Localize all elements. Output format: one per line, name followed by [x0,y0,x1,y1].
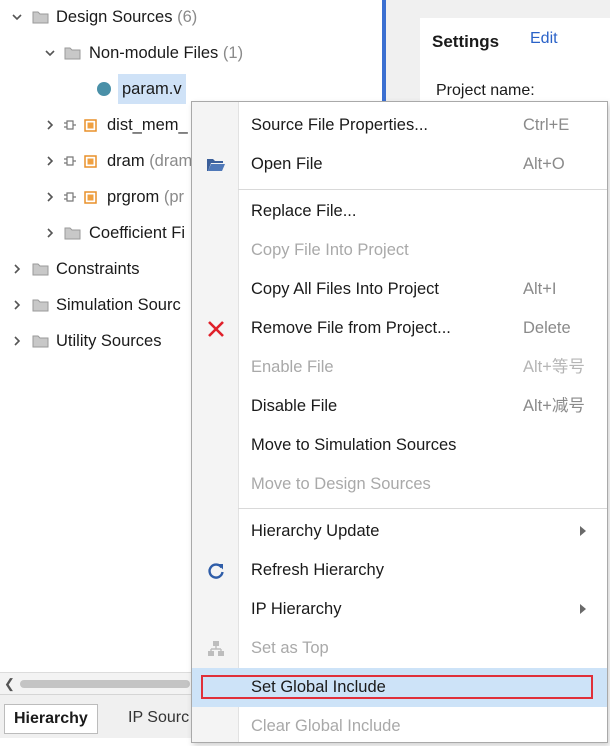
tree-label: Coefficient Fi [89,224,185,242]
tree-label: prgrom [107,188,160,206]
tree-label: dist_mem_ [107,116,188,134]
menu-separator [238,189,607,190]
menu-item-label: Enable File [251,358,334,376]
menu-item-shortcut: Alt+I [523,280,557,298]
chevron-down-icon[interactable] [10,2,24,32]
folder-icon [64,47,81,60]
folder-icon [64,227,81,240]
highlight-annotation-box [201,675,593,699]
menu-item-label: Clear Global Include [251,717,401,735]
tab-ip-sources[interactable]: IP Sourc [128,704,189,732]
folder-icon [32,263,49,276]
menu-item-label: Move to Design Sources [251,475,431,493]
tree-extra: (dram [149,152,193,170]
menu-item-open-file[interactable]: Open File Alt+O [192,145,607,184]
folder-icon [32,11,49,24]
menu-item-shortcut: Alt+O [523,155,565,173]
context-menu: Source File Properties... Ctrl+E Open Fi… [191,101,608,743]
menu-item-refresh-hierarchy[interactable]: Refresh Hierarchy [192,551,607,590]
tree-label: Constraints [56,260,140,278]
chevron-right-icon[interactable] [10,290,24,320]
tree-count: (1) [222,44,244,62]
ip-module-icon [64,191,97,204]
menu-item-shortcut: Alt+减号 [523,397,585,415]
remove-x-icon [206,319,226,339]
project-name-label: Project name: [436,82,535,99]
menu-item-move-to-simulation[interactable]: Move to Simulation Sources [192,426,607,465]
menu-item-label: Disable File [251,397,338,415]
chevron-right-icon[interactable] [10,326,24,356]
chevron-right-icon[interactable] [43,182,57,212]
tree-row-design-sources[interactable]: Design Sources (6) [0,2,382,32]
tree-extra: (pr [163,188,185,206]
menu-item-label: Remove File from Project... [251,319,451,337]
scroll-left-arrow-icon[interactable]: ❮ [4,676,15,692]
submenu-arrow-icon [580,526,586,536]
tree-row-param-v[interactable]: param.v [0,74,382,104]
menu-item-enable-file: Enable File Alt+等号 [192,348,607,387]
tree-label: Utility Sources [56,332,162,350]
menu-item-clear-global-include: Clear Global Include [192,707,607,746]
tree-label: Design Sources [56,8,173,26]
menu-item-set-as-top: Set as Top [192,629,607,668]
chevron-down-icon[interactable] [43,38,57,68]
submenu-arrow-icon [580,604,586,614]
menu-separator [238,508,607,509]
set-top-icon [206,639,226,659]
tree-label: dram [107,152,145,170]
tab-hierarchy[interactable]: Hierarchy [4,704,98,734]
menu-item-shortcut: Ctrl+E [523,116,570,134]
menu-item-label: Replace File... [251,202,357,220]
menu-item-hierarchy-update[interactable]: Hierarchy Update [192,512,607,551]
menu-item-label: Refresh Hierarchy [251,561,384,579]
menu-item-source-file-properties[interactable]: Source File Properties... Ctrl+E [192,106,607,145]
menu-item-label: Move to Simulation Sources [251,436,457,454]
open-folder-icon [206,155,226,175]
chevron-right-icon[interactable] [10,254,24,284]
tree-row-non-module-files[interactable]: Non-module Files (1) [0,38,382,68]
menu-item-label: IP Hierarchy [251,600,342,618]
chevron-right-icon[interactable] [43,218,57,248]
folder-icon [32,299,49,312]
menu-item-move-to-design: Move to Design Sources [192,465,607,504]
verilog-file-icon [97,82,111,96]
tree-label-selected: param.v [118,74,186,104]
menu-item-copy-file-into-project: Copy File Into Project [192,231,607,270]
tree-label: Non-module Files [89,44,219,62]
menu-item-replace-file[interactable]: Replace File... [192,192,607,231]
settings-title: Settings [432,32,500,51]
menu-item-copy-all-files[interactable]: Copy All Files Into Project Alt+I [192,270,607,309]
refresh-icon [206,561,226,581]
chevron-right-icon[interactable] [43,110,57,140]
menu-item-label: Copy File Into Project [251,241,409,259]
menu-item-ip-hierarchy[interactable]: IP Hierarchy [192,590,607,629]
menu-item-remove-file[interactable]: Remove File from Project... Delete [192,309,607,348]
tree-count: (6) [177,8,198,26]
folder-icon [32,335,49,348]
menu-item-label: Hierarchy Update [251,522,380,540]
chevron-right-icon[interactable] [43,146,57,176]
menu-item-label: Open File [251,155,323,173]
settings-edit-link[interactable]: Edit [530,30,558,48]
ip-module-icon [64,119,97,132]
menu-item-disable-file[interactable]: Disable File Alt+减号 [192,387,607,426]
menu-item-label: Set as Top [251,639,329,657]
menu-item-label: Copy All Files Into Project [251,280,439,298]
menu-item-shortcut: Alt+等号 [523,358,585,376]
ip-module-icon [64,155,97,168]
tree-label: Simulation Sourc [56,296,181,314]
menu-item-label: Source File Properties... [251,116,428,134]
scrollbar-thumb[interactable] [20,680,190,688]
menu-item-shortcut: Delete [523,319,571,337]
